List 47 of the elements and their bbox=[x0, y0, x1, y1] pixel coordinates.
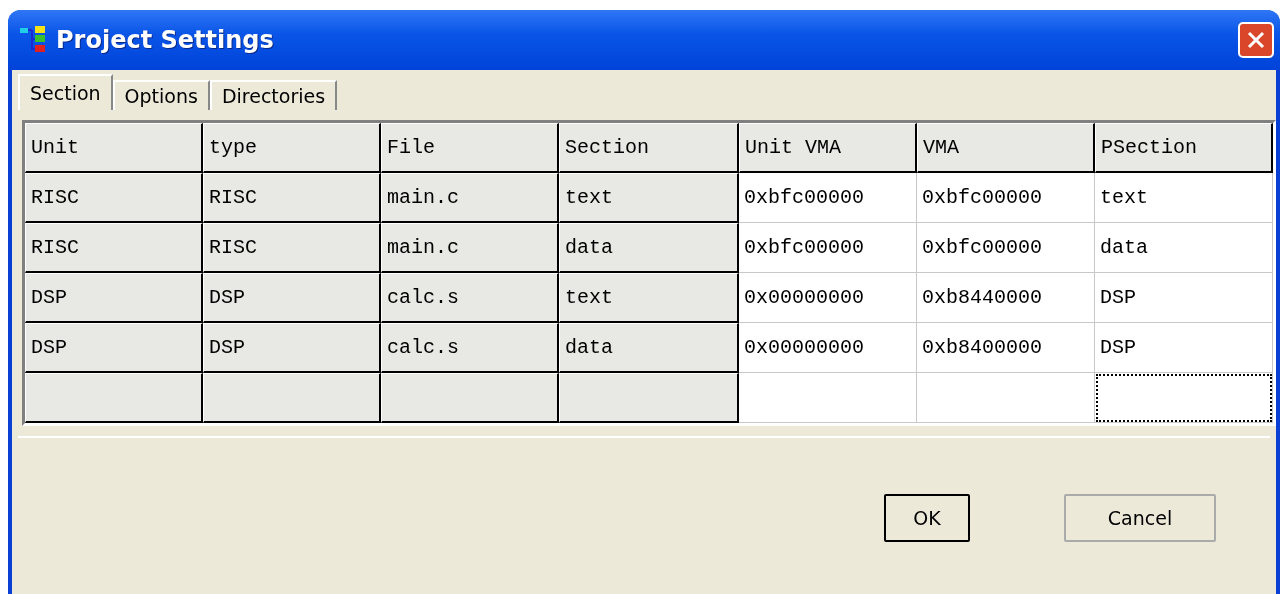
table-cell[interactable]: text bbox=[1095, 173, 1273, 223]
table-cell: text bbox=[559, 173, 739, 223]
column-header[interactable]: VMA bbox=[917, 123, 1095, 173]
table-cell[interactable]: 0xbfc00000 bbox=[739, 173, 917, 223]
column-header[interactable]: type bbox=[203, 123, 381, 173]
column-header[interactable]: Unit VMA bbox=[739, 123, 917, 173]
table-cell: RISC bbox=[25, 223, 203, 273]
close-icon bbox=[1246, 30, 1266, 50]
table-cell: RISC bbox=[203, 223, 381, 273]
table-cell: data bbox=[559, 223, 739, 273]
tab[interactable]: Directories bbox=[209, 80, 338, 110]
table-cell[interactable]: 0x00000000 bbox=[739, 273, 917, 323]
table-cell[interactable] bbox=[917, 373, 1095, 423]
dialog-button[interactable]: OK bbox=[884, 494, 970, 542]
table-cell[interactable]: 0xbfc00000 bbox=[739, 223, 917, 273]
table-cell: DSP bbox=[203, 273, 381, 323]
table-cell[interactable] bbox=[739, 373, 917, 423]
tab[interactable]: Options bbox=[112, 80, 210, 110]
column-header[interactable]: Unit bbox=[25, 123, 203, 173]
table-cell: DSP bbox=[25, 323, 203, 373]
table-cell[interactable]: 0xb8400000 bbox=[917, 323, 1095, 373]
table-cell: data bbox=[559, 323, 739, 373]
table-cell: DSP bbox=[25, 273, 203, 323]
table-cell[interactable]: 0xb8440000 bbox=[917, 273, 1095, 323]
column-header[interactable]: PSection bbox=[1095, 123, 1273, 173]
app-icon bbox=[20, 25, 46, 55]
table-cell: RISC bbox=[203, 173, 381, 223]
table-cell: text bbox=[559, 273, 739, 323]
table-cell[interactable]: 0x00000000 bbox=[739, 323, 917, 373]
table-cell[interactable] bbox=[1095, 373, 1273, 423]
dialog-button[interactable]: Cancel bbox=[1064, 494, 1216, 542]
table-cell[interactable]: DSP bbox=[1095, 273, 1273, 323]
window-title: Project Settings bbox=[56, 26, 275, 54]
table-cell[interactable]: 0xbfc00000 bbox=[917, 173, 1095, 223]
table-cell: DSP bbox=[203, 323, 381, 373]
column-header[interactable]: File bbox=[381, 123, 559, 173]
table-cell[interactable]: 0xbfc00000 bbox=[917, 223, 1095, 273]
table-cell: main.c bbox=[381, 223, 559, 273]
close-button[interactable] bbox=[1238, 22, 1274, 58]
table-cell: RISC bbox=[25, 173, 203, 223]
column-header[interactable]: Section bbox=[559, 123, 739, 173]
table-cell[interactable]: data bbox=[1095, 223, 1273, 273]
table-cell[interactable]: DSP bbox=[1095, 323, 1273, 373]
table-cell: calc.s bbox=[381, 273, 559, 323]
tab[interactable]: Section bbox=[18, 74, 113, 110]
table-cell: main.c bbox=[381, 173, 559, 223]
table-cell: calc.s bbox=[381, 323, 559, 373]
